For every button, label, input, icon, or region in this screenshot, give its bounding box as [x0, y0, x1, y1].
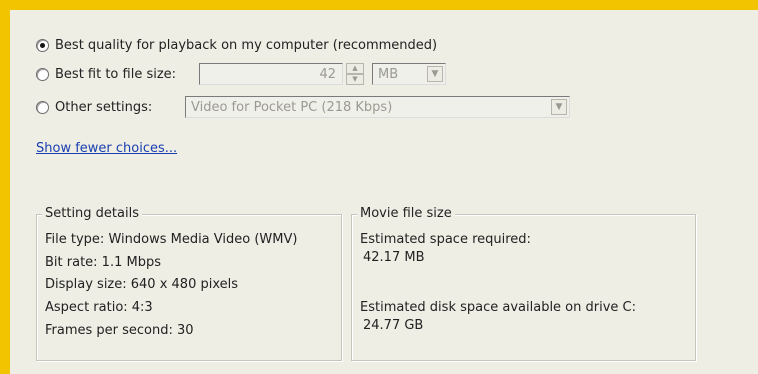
fps-text: Frames per second: 30	[45, 323, 194, 338]
file-size-unit-select[interactable]: MB ▼	[372, 63, 446, 85]
file-size-unit: MB	[378, 66, 399, 82]
bit-rate-text: Bit rate: 1.1 Mbps	[45, 255, 161, 270]
file-size-input[interactable]: 42	[199, 63, 343, 85]
other-settings-select[interactable]: Video for Pocket PC (218 Kbps) ▼	[185, 96, 570, 118]
setting-details-group: Setting details File type: Windows Media…	[36, 206, 342, 361]
stepper-down-icon[interactable]: ▼	[346, 74, 364, 85]
movie-file-size-group: Movie file size Estimated space required…	[351, 206, 696, 361]
show-fewer-choices-link[interactable]: Show fewer choices...	[36, 141, 177, 156]
file-size-value: 42	[319, 66, 336, 82]
stepper-up-icon[interactable]: ▲	[346, 63, 364, 74]
setting-details-title: Setting details	[42, 206, 142, 221]
other-settings-radio[interactable]	[36, 100, 49, 114]
file-type-text: File type: Windows Media Video (WMV)	[45, 232, 298, 247]
estimated-space-value: 42.17 MB	[363, 250, 425, 265]
aspect-ratio-text: Aspect ratio: 4:3	[45, 300, 153, 315]
movie-settings-panel: Best quality for playback on my computer…	[10, 10, 758, 374]
disk-space-label: Estimated disk space available on drive …	[360, 300, 636, 315]
option-best-fit[interactable]: Best fit to file size:	[36, 63, 176, 85]
movie-file-size-title: Movie file size	[357, 206, 455, 221]
chevron-down-icon[interactable]: ▼	[551, 99, 567, 115]
other-settings-label[interactable]: Other settings:	[55, 100, 152, 115]
file-size-stepper[interactable]: ▲ ▼	[346, 63, 364, 85]
display-size-text: Display size: 640 x 480 pixels	[45, 277, 239, 292]
disk-space-value: 24.77 GB	[363, 318, 424, 333]
best-quality-radio[interactable]	[36, 38, 49, 52]
estimated-space-label: Estimated space required:	[360, 232, 531, 247]
option-best-quality[interactable]: Best quality for playback on my computer…	[36, 34, 437, 56]
best-fit-label[interactable]: Best fit to file size:	[55, 67, 176, 82]
best-quality-label[interactable]: Best quality for playback on my computer…	[55, 38, 437, 53]
option-other-settings[interactable]: Other settings:	[36, 96, 152, 118]
other-settings-value: Video for Pocket PC (218 Kbps)	[191, 99, 393, 115]
chevron-down-icon[interactable]: ▼	[427, 66, 443, 82]
best-fit-radio[interactable]	[36, 67, 49, 81]
